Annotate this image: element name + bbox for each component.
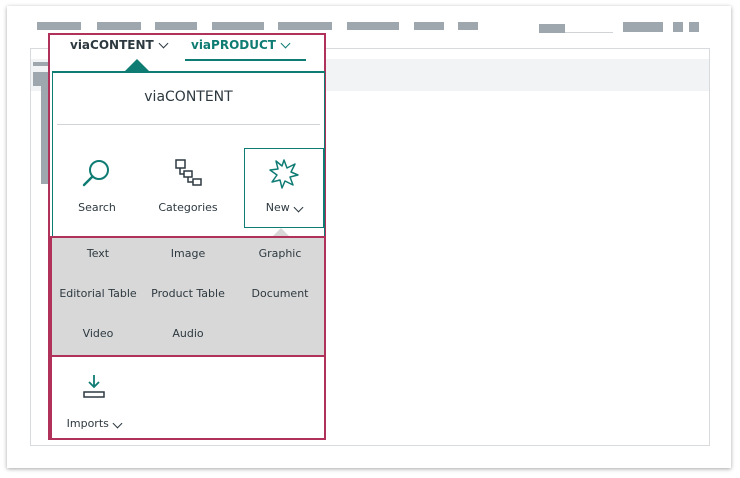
new-label-text: New [265,201,290,214]
nav-placeholder [458,22,478,30]
submenu-item-product-table[interactable]: Product Table [142,287,234,300]
nav-placeholder [689,22,699,32]
nav-placeholder [673,22,683,32]
nav-placeholder [278,22,332,30]
search-label: Search [78,201,116,214]
new-burst-icon [269,159,299,189]
divider [57,124,320,125]
new-button[interactable]: New [244,148,324,228]
product-tabs: viaCONTENT viaPRODUCT [48,33,326,71]
active-tab-indicator [185,59,306,61]
categories-button[interactable]: Categories [148,149,228,229]
submenu-item-graphic[interactable]: Graphic [234,247,326,260]
tab-label: viaCONTENT [70,38,154,52]
imports-label-text: Imports [66,417,109,430]
nav-placeholder [347,22,399,30]
submenu-item-video[interactable]: Video [52,327,144,340]
search-button[interactable]: Search [57,149,137,229]
chevron-down-icon [293,202,304,213]
nav-placeholder [97,22,141,30]
new-submenu: Text Image Graphic Editorial Table Produ… [50,236,326,357]
submenu-item-image[interactable]: Image [142,247,234,260]
submenu-item-audio[interactable]: Audio [142,327,234,340]
side-placeholder [33,62,49,66]
chevron-down-icon [280,38,291,48]
nav-placeholder [623,22,663,32]
nav-placeholder [212,22,264,30]
nav-placeholder [565,32,613,33]
submenu-item-text[interactable]: Text [52,247,144,260]
submenu-item-document[interactable]: Document [234,287,326,300]
import-download-icon [83,375,105,398]
side-placeholder [33,72,49,86]
tab-viacontent[interactable]: viaCONTENT [70,38,169,52]
nav-placeholder [539,24,565,33]
new-label: New [245,201,323,214]
chevron-down-icon [158,38,169,48]
nav-placeholder [414,22,444,30]
nav-placeholder [37,22,81,30]
dropdown-title: viaCONTENT [144,89,233,105]
categories-icon [175,159,202,186]
tab-label: viaPRODUCT [191,38,276,52]
chevron-down-icon [112,418,123,429]
imports-button[interactable]: Imports [58,363,130,437]
imports-label: Imports [58,417,130,430]
categories-label: Categories [158,201,218,214]
tab-viaproduct[interactable]: viaPRODUCT [191,38,291,52]
submenu-item-editorial-table[interactable]: Editorial Table [52,287,144,300]
nav-placeholder [155,22,197,30]
search-icon [82,160,109,187]
imports-section: Imports [50,355,326,440]
